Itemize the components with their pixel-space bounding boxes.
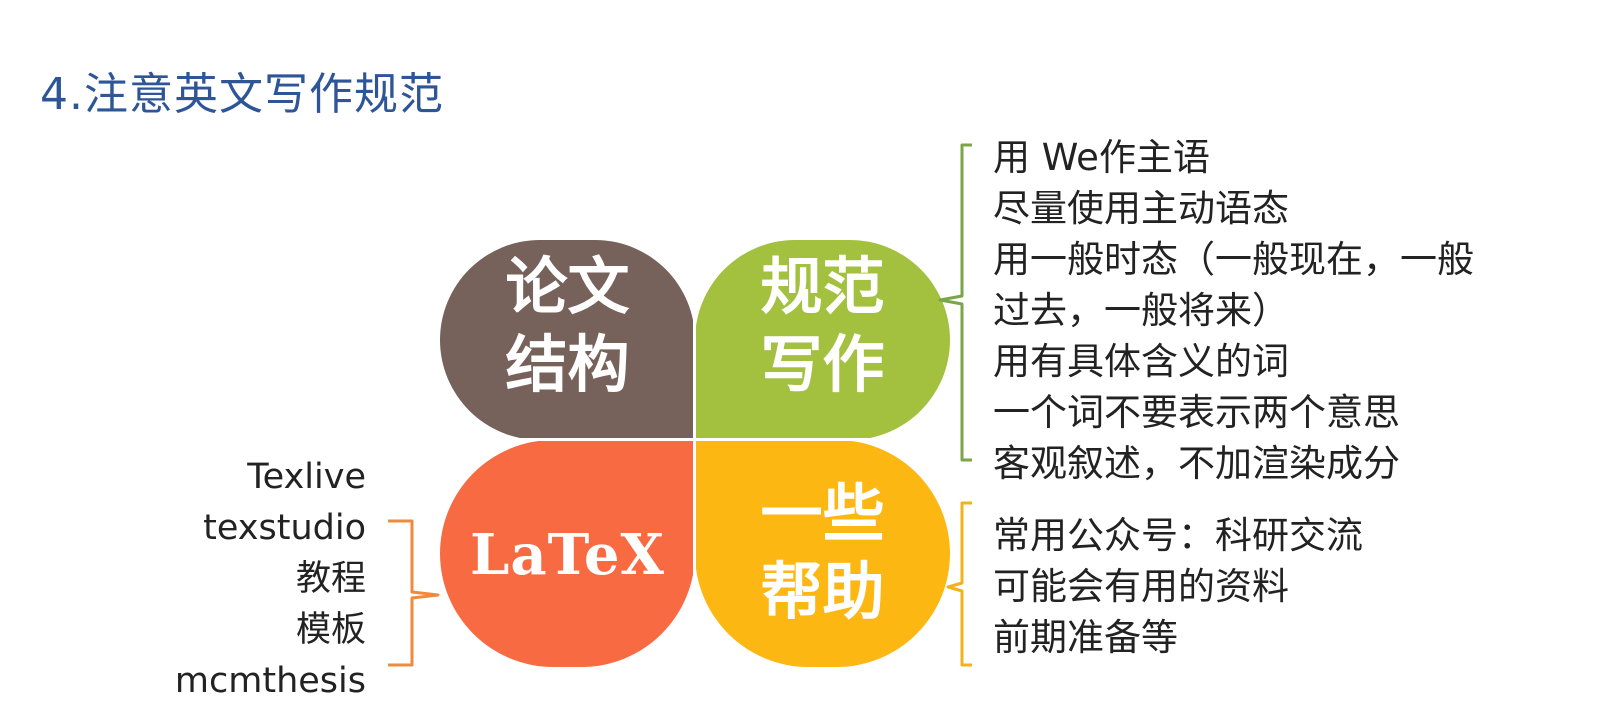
quadrant-divider-horizontal	[440, 438, 950, 441]
quadrant-label-line: LaTeX	[470, 522, 665, 588]
list-item: 可能会有用的资料	[993, 565, 1289, 608]
list-item: 常用公众号：科研交流	[993, 514, 1363, 557]
quadrant-label-line: 帮助	[760, 555, 885, 628]
list-item: 客观叙述，不加渲染成分	[993, 442, 1400, 485]
list-item: texstudio	[203, 508, 366, 548]
quadrant-label-writing-standards: 规范 写作	[695, 248, 950, 404]
quadrant-label-paper-structure: 论文 结构	[440, 248, 695, 404]
quadrant-label-help: 一些 帮助	[695, 475, 950, 631]
quadrant-label-latex: LaTeX	[440, 515, 695, 595]
latex-items-list: Texlive texstudio 教程 模板 mcmthesis	[150, 452, 366, 707]
quadrant-label-line: 一些	[760, 477, 885, 550]
brace-help-items	[946, 501, 972, 667]
list-item: 过去，一般将来）	[993, 289, 1289, 332]
page-title: 4.注意英文写作规范	[40, 69, 444, 120]
list-item: 模板	[295, 610, 366, 650]
quadrant-label-line: 结构	[505, 328, 630, 401]
list-item: 尽量使用主动语态	[993, 187, 1289, 230]
list-item: 用有具体含义的词	[993, 340, 1289, 383]
writing-rules-list: 用 We作主语 尽量使用主动语态 用一般时态（一般现在，一般 过去，一般将来） …	[993, 132, 1474, 489]
quadrant-label-line: 写作	[760, 328, 885, 401]
quadrant-label-line: 论文	[505, 250, 630, 323]
list-item: 教程	[295, 559, 366, 599]
help-items-list: 常用公众号：科研交流 可能会有用的资料 前期准备等	[993, 510, 1363, 663]
list-item: Texlive	[247, 457, 366, 497]
brace-latex-items	[388, 519, 440, 667]
list-item: 用 We作主语	[993, 136, 1210, 179]
list-item: 用一般时态（一般现在，一般	[993, 238, 1474, 281]
list-item: 前期准备等	[993, 616, 1178, 659]
quadrant-label-line: 规范	[760, 250, 885, 323]
list-item: 一个词不要表示两个意思	[993, 391, 1400, 434]
list-item: mcmthesis	[174, 661, 366, 701]
